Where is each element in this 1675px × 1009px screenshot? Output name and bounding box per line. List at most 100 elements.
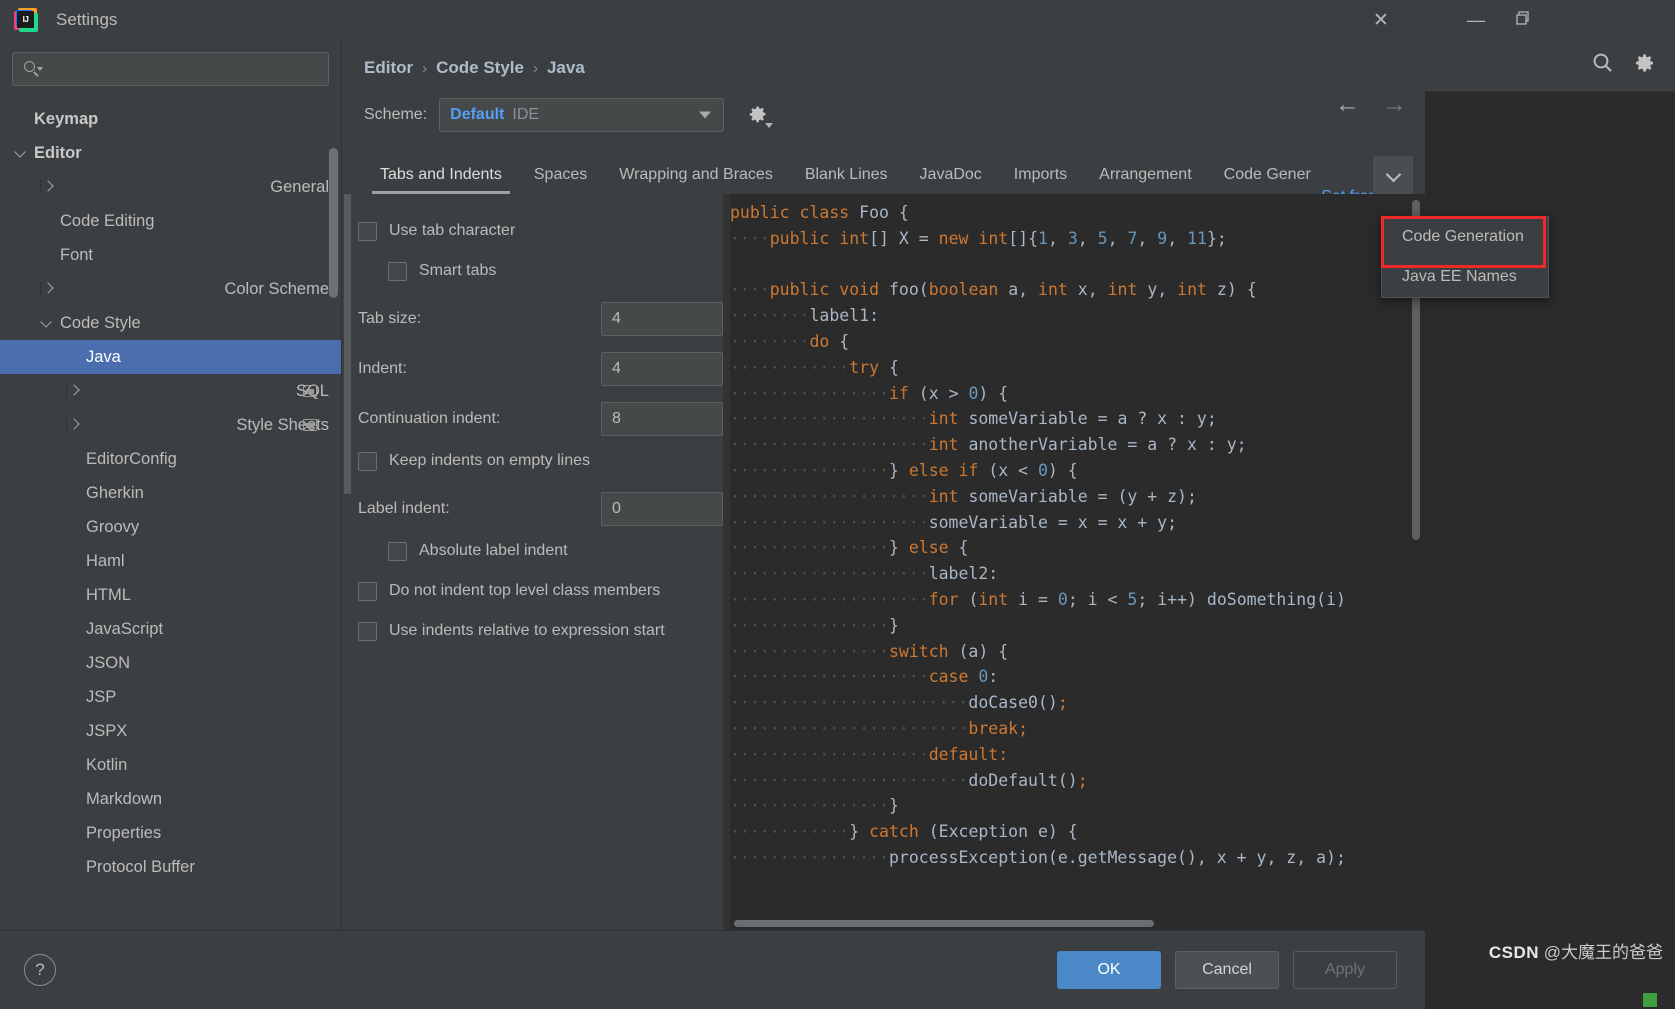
forward-arrow-icon[interactable]: → xyxy=(1382,92,1407,117)
gear-icon[interactable] xyxy=(1633,51,1657,80)
checkbox-row[interactable]: Use indents relative to expression start xyxy=(358,614,723,648)
close-icon[interactable]: ✕ xyxy=(1361,0,1401,40)
checkbox-use-indents-relative-to-expression-start[interactable] xyxy=(358,621,377,641)
chevron-right-icon[interactable] xyxy=(40,180,265,194)
code-token: ( xyxy=(968,589,979,609)
sidebar-item-color-scheme[interactable]: Color Scheme xyxy=(0,272,341,306)
checkbox-row[interactable]: Absolute label indent xyxy=(358,534,723,568)
breadcrumb-item[interactable]: Java xyxy=(547,58,585,78)
ok-button[interactable]: OK xyxy=(1057,951,1161,989)
apply-button[interactable]: Apply xyxy=(1293,951,1397,989)
breadcrumb-item[interactable]: Editor xyxy=(364,58,413,78)
chevron-down-icon[interactable] xyxy=(14,146,28,160)
tab-spaces[interactable]: Spaces xyxy=(518,166,603,194)
code-token: x, xyxy=(1077,280,1108,300)
chevron-down-icon xyxy=(765,123,774,128)
settings-tree: Keymap Editor General Code Editing Font Color… xyxy=(0,102,341,930)
sidebar-item-java[interactable]: Java xyxy=(0,340,341,374)
cancel-button[interactable]: Cancel xyxy=(1175,951,1279,989)
sidebar-item-markdown[interactable]: Markdown xyxy=(0,782,341,816)
chevron-down-icon[interactable] xyxy=(40,316,54,330)
checkbox-absolute-label-indent[interactable] xyxy=(388,541,407,561)
checkbox-row[interactable]: Use tab character xyxy=(358,214,723,248)
scheme-gear-button[interactable] xyxy=(746,102,774,128)
menu-item-java-ee-names[interactable]: Java EE Names xyxy=(1382,257,1548,297)
sidebar-item-editorconfig[interactable]: EditorConfig xyxy=(0,442,341,476)
sidebar-item-font[interactable]: Font xyxy=(0,238,341,272)
sidebar-item-code-editing[interactable]: Code Editing xyxy=(0,204,341,238)
input-indent-[interactable]: 4 xyxy=(601,352,723,386)
checkbox-row[interactable]: Do not indent top level class members xyxy=(358,574,723,608)
tab-imports[interactable]: Imports xyxy=(998,166,1083,194)
code-line: ····················default: xyxy=(730,742,1425,768)
search-input[interactable] xyxy=(12,52,329,86)
sidebar-item-properties[interactable]: Properties xyxy=(0,816,341,850)
tabs-overflow-button[interactable] xyxy=(1373,156,1413,194)
tree-spacer-icon xyxy=(66,826,80,840)
checkbox-row[interactable]: Keep indents on empty lines xyxy=(358,444,723,478)
sidebar-item-general[interactable]: General xyxy=(0,170,341,204)
tab-code-gener[interactable]: Code Gener xyxy=(1208,166,1327,194)
code-token: ················ xyxy=(730,538,889,558)
form-scrollbar[interactable] xyxy=(344,194,351,494)
tab-wrapping-and-braces[interactable]: Wrapping and Braces xyxy=(603,166,789,194)
input-continuation-indent-[interactable]: 8 xyxy=(601,402,723,436)
code-line: ········label1: xyxy=(730,303,1425,329)
sidebar-item-editor[interactable]: Editor xyxy=(0,136,341,170)
restore-icon xyxy=(1516,10,1529,25)
sidebar-item-code-style[interactable]: Code Style xyxy=(0,306,341,340)
sidebar-item-javascript[interactable]: JavaScript xyxy=(0,612,341,646)
help-button[interactable]: ? xyxy=(24,954,56,986)
sidebar-item-json[interactable]: JSON xyxy=(0,646,341,680)
checkbox-keep-indents-on-empty-lines[interactable] xyxy=(358,451,377,471)
chevron-right-icon[interactable] xyxy=(66,384,290,398)
scheme-select[interactable]: Default IDE xyxy=(439,98,725,132)
sidebar-item-label: Font xyxy=(60,245,94,264)
sidebar-item-protocol-buffer[interactable]: Protocol Buffer xyxy=(0,850,341,884)
code-token: switch xyxy=(888,641,959,661)
tab-blank-lines[interactable]: Blank Lines xyxy=(789,166,904,194)
back-arrow-icon[interactable]: ← xyxy=(1335,92,1360,117)
chevron-right-icon[interactable] xyxy=(66,418,231,432)
sidebar-item-kotlin[interactable]: Kotlin xyxy=(0,748,341,782)
breadcrumb-item[interactable]: Code Style xyxy=(436,58,524,78)
input-tab-size-[interactable]: 4 xyxy=(601,302,723,336)
sidebar-item-sql[interactable]: SQL xyxy=(0,374,341,408)
sidebar-scrollbar[interactable] xyxy=(329,148,338,298)
tree-spacer-icon xyxy=(14,112,28,126)
dialog-body: Keymap Editor General Code Editing Font Color… xyxy=(0,40,1425,930)
code-token: int xyxy=(839,228,870,248)
tab-tabs-and-indents[interactable]: Tabs and Indents xyxy=(364,166,518,194)
checkbox-row[interactable]: Smart tabs xyxy=(358,254,723,288)
sidebar-item-html[interactable]: HTML xyxy=(0,578,341,612)
code-token: ················ xyxy=(730,641,889,661)
checkbox-label: Absolute label indent xyxy=(419,542,568,559)
tab-label: JavaDoc xyxy=(919,166,982,183)
preview-code: public class Foo {····public int[] X = n… xyxy=(730,200,1425,871)
code-line: ················} xyxy=(730,613,1425,639)
sidebar-item-keymap[interactable]: Keymap xyxy=(0,102,341,136)
sidebar-item-gherkin[interactable]: Gherkin xyxy=(0,476,341,510)
sidebar-item-jspx[interactable]: JSPX xyxy=(0,714,341,748)
search-icon[interactable] xyxy=(1591,51,1615,80)
code-token: 5 xyxy=(1127,589,1138,609)
minimize-button[interactable]: — xyxy=(1467,10,1485,31)
sidebar-item-style-sheets[interactable]: Style Sheets xyxy=(0,408,341,442)
checkbox-use-tab-character[interactable] xyxy=(358,221,377,241)
checkbox-do-not-indent-top-level-class-members[interactable] xyxy=(358,581,377,601)
input-label-indent-[interactable]: 0 xyxy=(601,492,723,526)
sidebar-item-jsp[interactable]: JSP xyxy=(0,680,341,714)
restore-button[interactable] xyxy=(1515,10,1531,31)
chevron-right-icon[interactable] xyxy=(40,282,219,296)
preview-horizontal-scrollbar[interactable] xyxy=(734,920,1154,927)
sidebar-item-groovy[interactable]: Groovy xyxy=(0,510,341,544)
tab-javadoc[interactable]: JavaDoc xyxy=(904,166,998,194)
menu-item-code-generation[interactable]: Code Generation xyxy=(1382,217,1548,257)
sidebar-item-haml[interactable]: Haml xyxy=(0,544,341,578)
code-token: int xyxy=(978,589,1019,609)
code-token: someVariable = (y + z); xyxy=(968,486,1197,506)
tab-arrangement[interactable]: Arrangement xyxy=(1083,166,1208,194)
checkbox-label: Use indents relative to expression start xyxy=(389,622,665,639)
checkbox-smart-tabs[interactable] xyxy=(388,261,407,281)
code-line: ····················for (int i = 0; i < … xyxy=(730,587,1425,613)
